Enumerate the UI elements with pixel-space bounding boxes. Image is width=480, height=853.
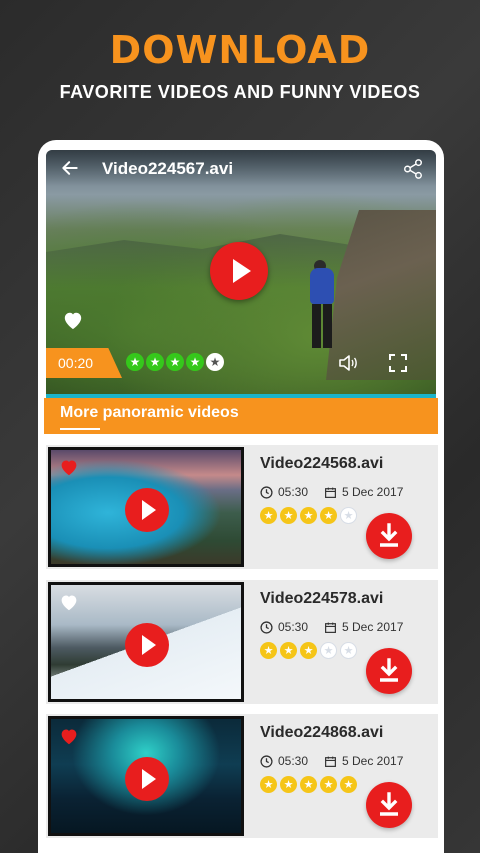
play-button[interactable] <box>125 757 169 801</box>
video-date: 5 Dec 2017 <box>324 485 403 499</box>
section-title: More panoramic videos <box>60 404 239 421</box>
video-date: 5 Dec 2017 <box>324 620 403 634</box>
download-icon <box>380 523 398 547</box>
current-time-badge: 00:20 <box>46 348 122 378</box>
hero-subtitle: FAVORITE VIDEOS AND FUNNY VIDEOS <box>59 82 421 102</box>
rating-star-icon[interactable]: ★ <box>280 776 297 793</box>
video-thumbnail[interactable] <box>48 447 244 567</box>
date-text: 5 Dec 2017 <box>342 754 404 768</box>
calendar-icon <box>325 622 336 633</box>
photographer-figure <box>304 260 338 350</box>
rating-star-icon[interactable]: ★ <box>320 507 337 524</box>
duration-text: 05:30 <box>278 754 309 768</box>
heart-icon[interactable] <box>59 727 79 745</box>
arrow-left-icon[interactable] <box>60 158 80 178</box>
rating-star-icon[interactable]: ★ <box>340 776 357 793</box>
share-icon[interactable] <box>402 158 424 180</box>
rating-star-icon[interactable]: ★ <box>206 353 224 371</box>
rating-star-icon[interactable]: ★ <box>300 642 317 659</box>
video-title[interactable]: Video224578.avi <box>260 590 383 608</box>
rating-star-icon[interactable]: ★ <box>340 507 357 524</box>
video-card[interactable]: Video224578.avi 05:30 5 Dec 2017 ★ ★ ★ ★ ★ <box>46 580 438 704</box>
duration-text: 05:30 <box>278 620 309 634</box>
play-button[interactable] <box>125 623 169 667</box>
download-button[interactable] <box>366 782 412 828</box>
download-button[interactable] <box>366 648 412 694</box>
download-icon <box>380 792 398 816</box>
download-button[interactable] <box>366 513 412 559</box>
player-title: Video224567.avi <box>102 159 234 178</box>
section-underline <box>60 428 100 430</box>
video-rating[interactable]: ★ ★ ★ ★ ★ <box>260 642 357 659</box>
video-card[interactable]: Video224568.avi 05:30 5 Dec 2017 ★ ★ ★ ★ ★ <box>46 445 438 569</box>
video-duration: 05:30 <box>260 754 308 768</box>
download-icon <box>380 658 398 682</box>
heart-icon[interactable] <box>62 310 84 330</box>
rating-star-icon[interactable]: ★ <box>260 776 277 793</box>
rating-star-icon[interactable]: ★ <box>340 642 357 659</box>
player-rating[interactable]: ★ ★ ★ ★ ★ <box>126 353 224 373</box>
video-date: 5 Dec 2017 <box>324 754 403 768</box>
video-player[interactable]: Video224567.avi 00:20 ★ ★ ★ ★ ★ <box>46 150 436 398</box>
clock-icon <box>260 620 273 634</box>
phone-screen: Video224567.avi 00:20 ★ ★ ★ ★ ★ More panoram… <box>38 140 444 853</box>
clock-icon <box>260 754 273 768</box>
clock-icon <box>260 485 273 499</box>
rating-star-icon[interactable]: ★ <box>146 353 164 371</box>
video-title[interactable]: Video224868.avi <box>260 724 383 742</box>
video-title[interactable]: Video224568.avi <box>260 455 383 473</box>
fullscreen-icon[interactable] <box>386 351 410 375</box>
calendar-icon <box>325 487 336 498</box>
rating-star-icon[interactable]: ★ <box>320 776 337 793</box>
calendar-icon <box>325 756 336 767</box>
heart-icon[interactable] <box>59 593 79 611</box>
play-button[interactable] <box>125 488 169 532</box>
rating-star-icon[interactable]: ★ <box>166 353 184 371</box>
video-rating[interactable]: ★ ★ ★ ★ ★ <box>260 776 357 793</box>
section-header: More panoramic videos <box>44 398 438 434</box>
video-rating[interactable]: ★ ★ ★ ★ ★ <box>260 507 357 524</box>
video-duration: 05:30 <box>260 620 308 634</box>
video-duration: 05:30 <box>260 485 308 499</box>
video-thumbnail[interactable] <box>48 716 244 836</box>
play-button[interactable] <box>210 242 268 300</box>
rating-star-icon[interactable]: ★ <box>280 507 297 524</box>
player-topbar: Video224567.avi <box>46 150 436 186</box>
hero-title: DOWNLOAD <box>109 28 371 72</box>
volume-icon[interactable] <box>336 351 360 375</box>
video-thumbnail[interactable] <box>48 582 244 702</box>
rating-star-icon[interactable]: ★ <box>300 776 317 793</box>
heart-icon[interactable] <box>59 458 79 476</box>
rating-star-icon[interactable]: ★ <box>320 642 337 659</box>
date-text: 5 Dec 2017 <box>342 485 404 499</box>
duration-text: 05:30 <box>278 485 309 499</box>
rating-star-icon[interactable]: ★ <box>260 507 277 524</box>
rating-star-icon[interactable]: ★ <box>280 642 297 659</box>
video-card[interactable]: Video224868.avi 05:30 5 Dec 2017 ★ ★ ★ ★ ★ <box>46 714 438 838</box>
rating-star-icon[interactable]: ★ <box>260 642 277 659</box>
rating-star-icon[interactable]: ★ <box>300 507 317 524</box>
rating-star-icon[interactable]: ★ <box>186 353 204 371</box>
rating-star-icon[interactable]: ★ <box>126 353 144 371</box>
date-text: 5 Dec 2017 <box>342 620 404 634</box>
